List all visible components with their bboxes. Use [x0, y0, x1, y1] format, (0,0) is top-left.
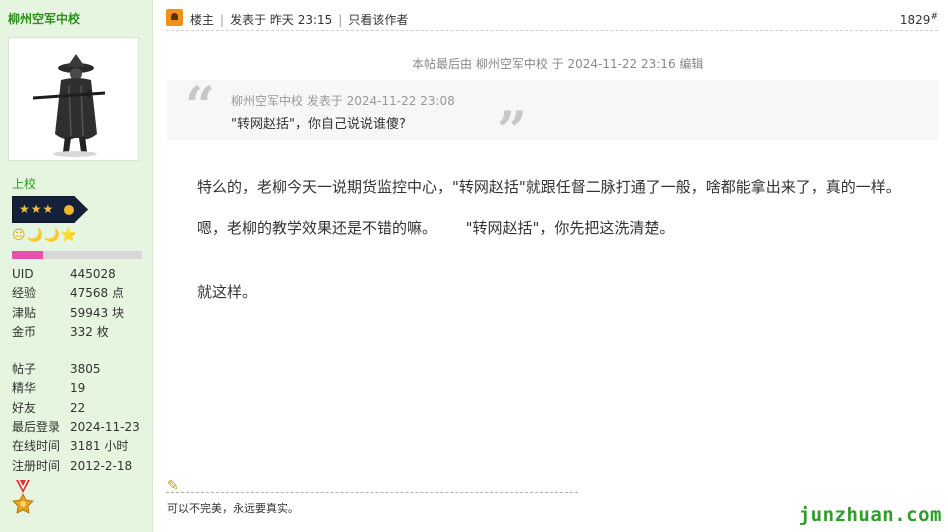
quote-block: “ 柳州空军中校 发表于 2024-11-22 23:08 "转网赵括"，你自己… — [167, 76, 938, 162]
signature: 可以不完美，永远要真实。 — [167, 502, 299, 515]
stat-exp: 经验 47568 点 — [12, 286, 124, 301]
medal-icon[interactable] — [12, 480, 34, 516]
only-author-link[interactable]: 只看该作者 — [348, 13, 408, 27]
stat-online-time: 在线时间 3181 小时 — [12, 439, 129, 454]
site-watermark: junzhuan.com — [798, 504, 942, 526]
post-paragraph: 就这样。 — [197, 283, 258, 301]
post-main: 楼主 | 发表于 昨天 23:15 | 只看该作者 1829# 本帖最后由 柳州空军中校… — [154, 0, 948, 532]
user-stats: UID 445028 经验 47568 点 津贴 59943 块 金币 332 枚 帖子… — [12, 265, 140, 476]
close-quote-icon: ” — [497, 101, 527, 162]
stat-gold: 金币 332 枚 — [12, 324, 109, 339]
avatar[interactable] — [8, 37, 139, 161]
signature-divider — [166, 492, 578, 493]
post-time: 发表于 昨天 23:15 — [230, 13, 333, 27]
edit-note: 本帖最后由 柳州空军中校 于 2024-11-22 23:16 编辑 — [412, 57, 704, 71]
user-rank: 上校 — [12, 177, 37, 191]
avatar-image — [9, 38, 138, 160]
post-meta: 楼主 | 发表于 昨天 23:15 | 只看该作者 — [190, 13, 409, 27]
stat-last-login: 最后登录 2024-11-23 — [12, 420, 140, 435]
stat-friends: 好友 22 — [12, 400, 86, 415]
quote-text: "转网赵括"，你自己说说谁傻? — [231, 117, 406, 132]
level-progress-bar — [12, 251, 142, 259]
post-paragraph: 特么的，老柳今天一说期货监控中心，"转网赵括"就跟任督二脉打通了一般，啥都能拿出… — [197, 178, 901, 196]
stat-allowance: 津贴 59943 块 — [12, 305, 124, 320]
stat-uid: UID 445028 — [12, 267, 116, 281]
level-emoji-icons: 😐🌙🌙⭐ — [12, 228, 79, 243]
open-quote-icon: “ — [185, 76, 215, 137]
rank-insignia-icon: ★★★ — [12, 196, 88, 223]
post-body: 特么的，老柳今天一说期货监控中心，"转网赵括"就跟任督二脉打通了一般，啥都能拿出… — [167, 174, 927, 320]
owner-icon — [166, 9, 183, 26]
level-progress-fill — [12, 251, 44, 259]
owner-label: 楼主 — [190, 13, 215, 27]
stat-posts: 帖子 3805 — [12, 362, 101, 377]
stat-digest: 精华 19 — [12, 381, 86, 396]
quote-meta: 柳州空军中校 发表于 2024-11-22 23:08 — [231, 94, 455, 108]
post-paragraph: 嗯，老柳的教学效果还是不错的嘛。 "转网赵括"，你先把这洗清楚。 — [197, 219, 675, 237]
floor-number[interactable]: 1829# — [900, 12, 938, 27]
author-username[interactable]: 柳州空军中校 — [8, 10, 80, 27]
author-sidebar: 柳州空军中校 上校 ★★★ 😐🌙🌙⭐ UID 445028 经验 47568 点… — [0, 0, 153, 532]
post-header: 楼主 | 发表于 昨天 23:15 | 只看该作者 1829# — [166, 9, 938, 31]
stat-register-time: 注册时间 2012-2-18 — [12, 458, 133, 473]
